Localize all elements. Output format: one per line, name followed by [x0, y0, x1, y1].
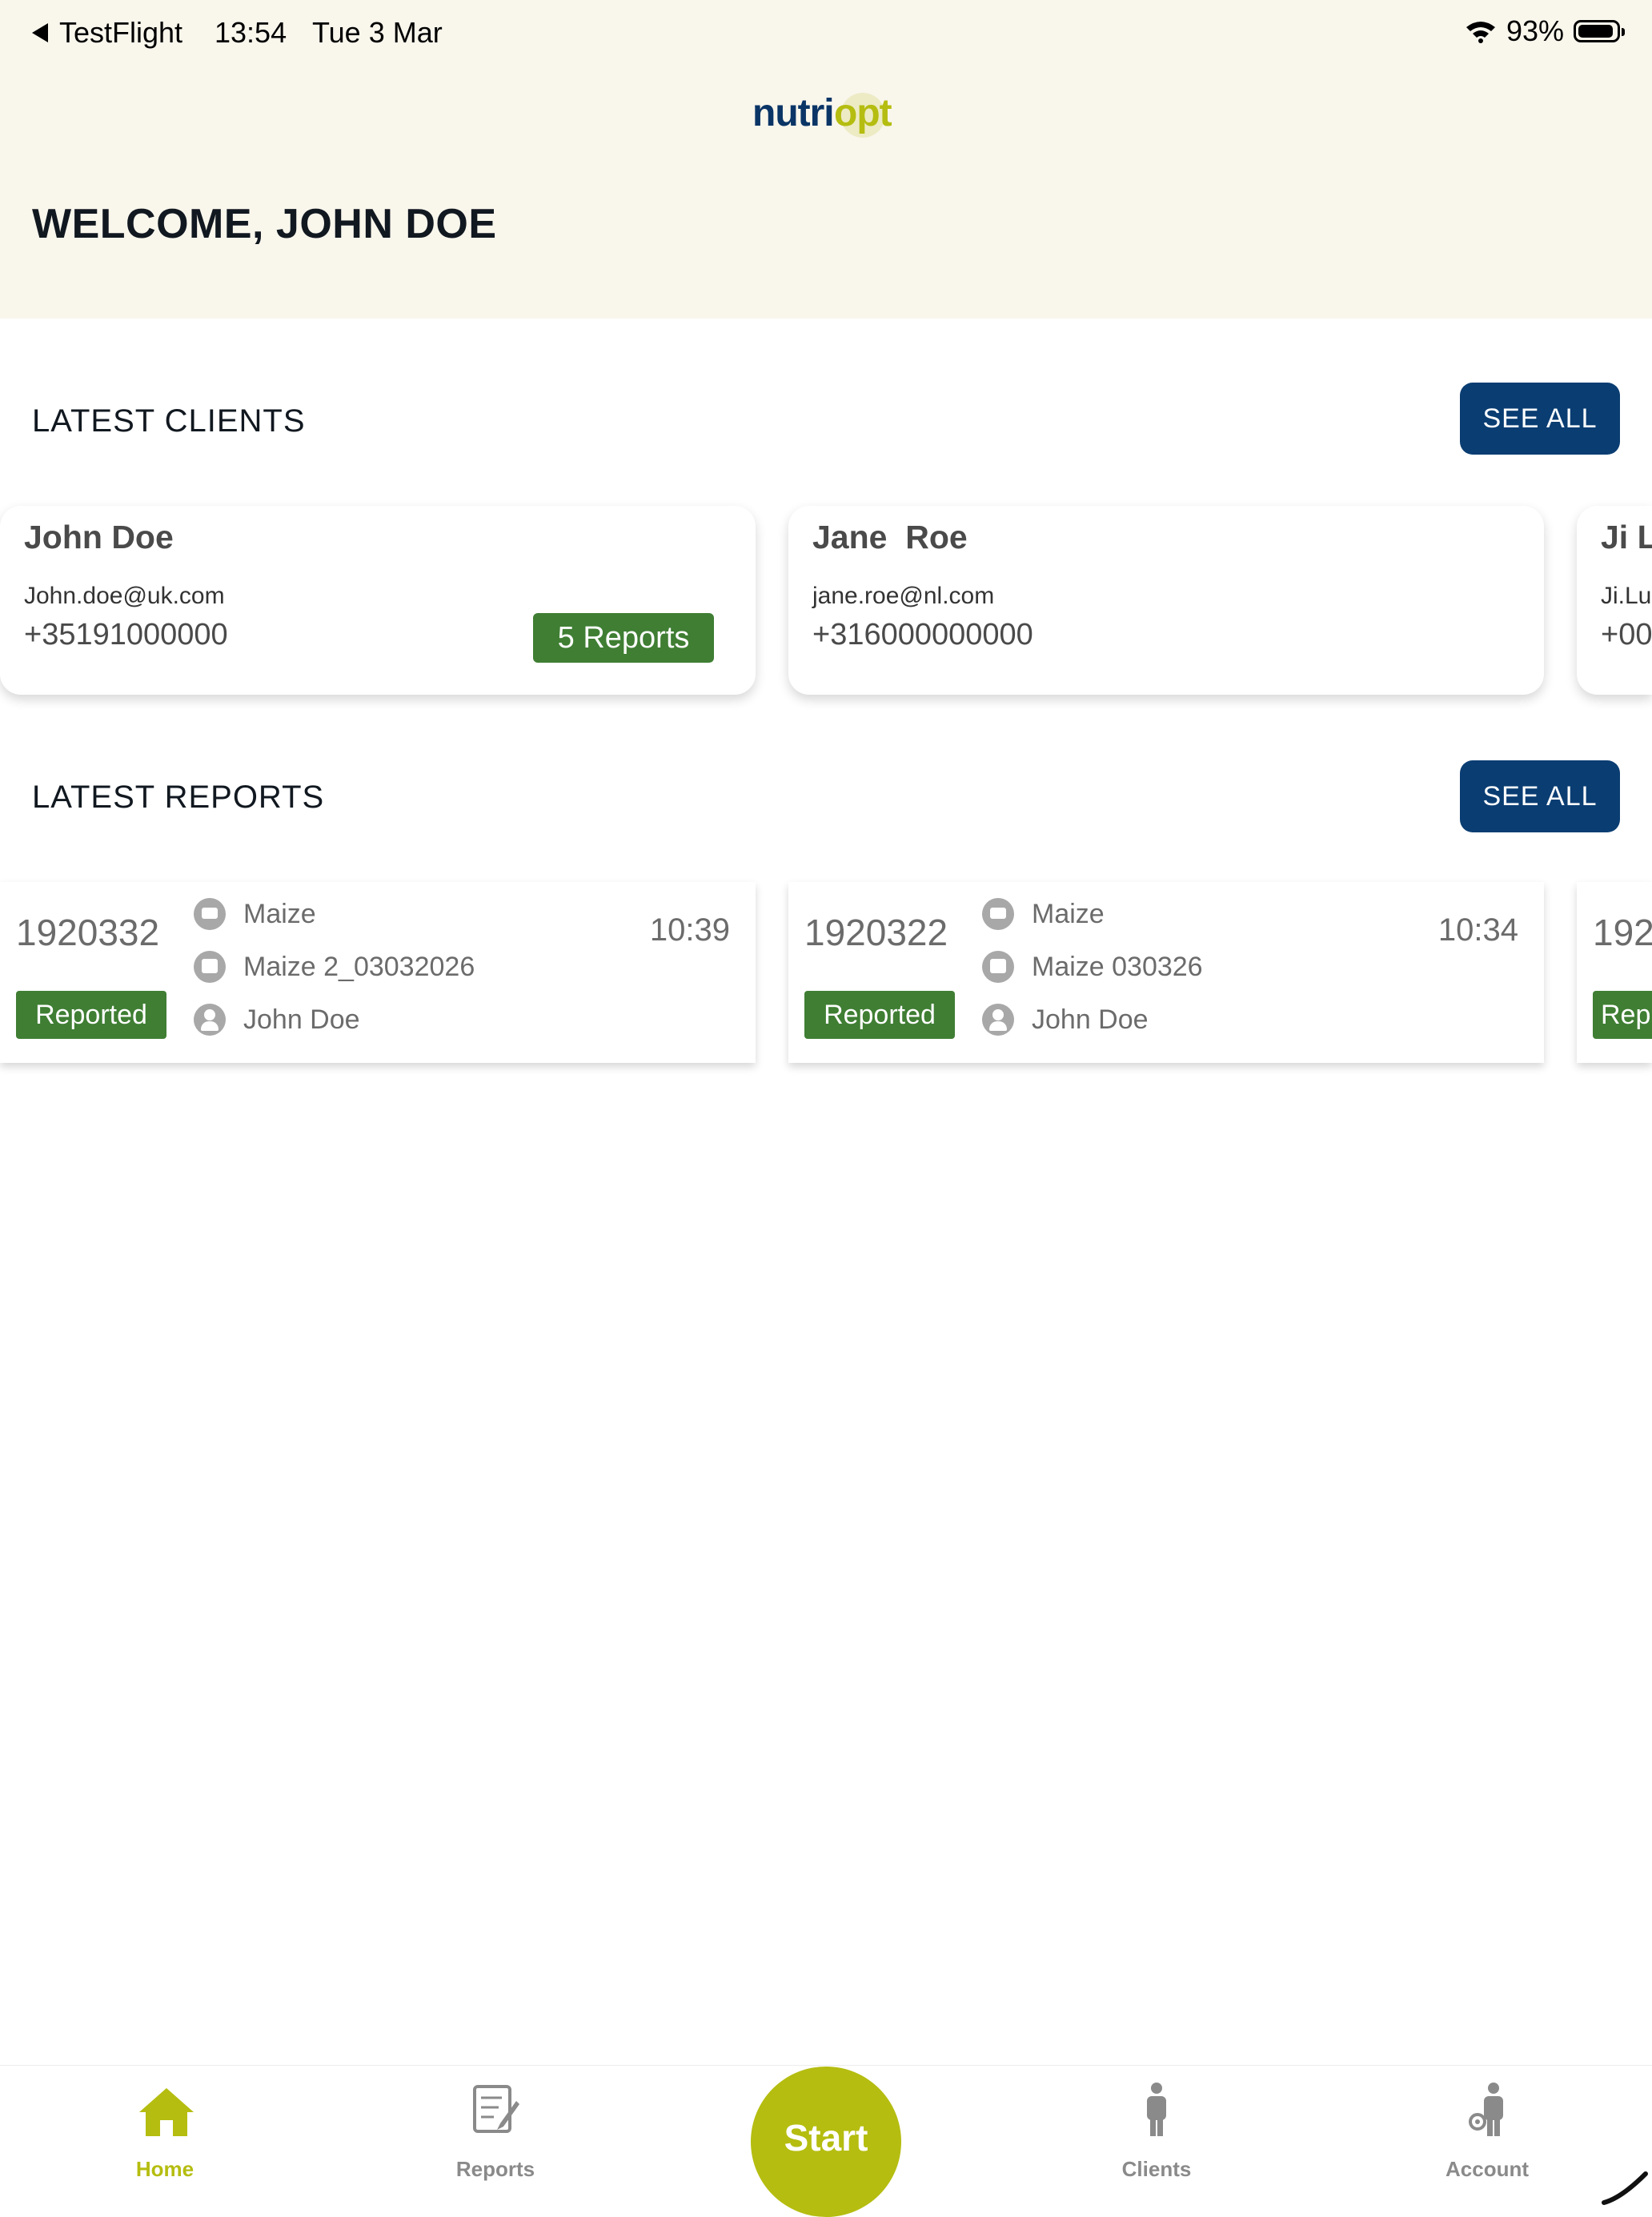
logo-text-nutri: nutri — [752, 92, 835, 134]
tab-label: Home — [135, 2157, 194, 2181]
client-phone: +316000000000 — [812, 618, 1033, 651]
report-time: 10:39 — [649, 912, 730, 948]
sample-icon — [982, 951, 1014, 983]
report-client: John Doe — [243, 1004, 360, 1035]
report-status-badge: Rep — [1593, 991, 1652, 1039]
tab-clients[interactable]: Clients — [1077, 2080, 1237, 2184]
report-status-badge: Reported — [16, 991, 166, 1039]
status-bar: TestFlight 13:54 Tue 3 Mar 93% — [0, 0, 1652, 64]
person-icon — [194, 1004, 226, 1036]
client-card-partial[interactable]: Ji L Ji.Lu +00 — [1577, 506, 1652, 695]
latest-reports-title: LATEST REPORTS — [32, 780, 325, 815]
report-edit-icon — [473, 2085, 519, 2133]
nutriopt-logo: nutri opt — [752, 86, 904, 142]
tab-reports[interactable]: Reports — [415, 2080, 575, 2184]
client-email: jane.roe@nl.com — [812, 583, 995, 609]
report-card-partial[interactable]: 192 Rep — [1577, 882, 1652, 1063]
crop-icon — [982, 898, 1014, 930]
report-sample-row: Maize 030326 — [982, 951, 1203, 983]
client-name: Ji L — [1601, 519, 1652, 555]
report-card[interactable]: 1920332 Reported Maize Maize 2_03032026 … — [0, 882, 756, 1063]
tab-label: Account — [1446, 2157, 1529, 2181]
report-crop-row: Maize — [982, 898, 1105, 930]
tab-account[interactable]: Account — [1407, 2080, 1567, 2184]
client-phone: +00 — [1601, 618, 1652, 651]
home-icon — [139, 2088, 194, 2136]
report-sample: Maize 030326 — [1032, 951, 1203, 982]
status-date: Tue 3 Mar — [312, 16, 443, 49]
client-email: John.doe@uk.com — [24, 583, 225, 609]
reports-count-badge[interactable]: 5 Reports — [533, 613, 714, 663]
report-id: 1920322 — [804, 912, 948, 953]
logo-text-opt: opt — [834, 92, 892, 134]
person-standing-icon — [1147, 2083, 1166, 2136]
welcome-heading: WELCOME, JOHN DOE — [32, 201, 497, 247]
sample-icon — [194, 951, 226, 983]
back-to-testflight[interactable]: TestFlight — [32, 16, 182, 50]
report-crop: Maize — [243, 898, 316, 929]
report-status-badge: Reported — [804, 991, 955, 1039]
back-arrow-icon — [32, 23, 48, 42]
battery-percent: 93% — [1506, 14, 1564, 47]
wifi-icon — [1466, 22, 1495, 43]
client-card[interactable]: Jane Roe jane.roe@nl.com +316000000000 — [788, 506, 1544, 695]
client-phone: +35191000000 — [24, 618, 228, 651]
back-label: TestFlight — [59, 16, 183, 49]
report-sample: Maize 2_03032026 — [243, 951, 475, 982]
report-id: 1920332 — [16, 912, 160, 953]
person-icon — [982, 1004, 1014, 1036]
see-all-clients-button[interactable]: SEE ALL — [1460, 383, 1620, 455]
client-name: Jane Roe — [812, 519, 968, 555]
account-settings-icon — [1469, 2083, 1503, 2136]
report-time: 10:34 — [1437, 912, 1518, 948]
report-card[interactable]: 1920322 Reported Maize Maize 030326 John… — [788, 882, 1544, 1063]
report-client-row: John Doe — [982, 1004, 1149, 1036]
report-crop-row: Maize — [194, 898, 316, 930]
status-right: 93% — [1465, 14, 1625, 48]
start-button[interactable]: Start — [751, 2067, 901, 2217]
status-time: 13:54 — [215, 16, 287, 49]
tab-label: Clients — [1121, 2157, 1192, 2181]
report-sample-row: Maize 2_03032026 — [194, 951, 475, 983]
tab-label: Reports — [455, 2157, 535, 2181]
see-all-reports-button[interactable]: SEE ALL — [1460, 760, 1620, 832]
report-id: 192 — [1593, 912, 1652, 953]
client-card[interactable]: John Doe John.doe@uk.com +35191000000 5 … — [0, 506, 756, 695]
latest-clients-title: LATEST CLIENTS — [32, 403, 306, 439]
client-name: John Doe — [24, 519, 174, 555]
crop-icon — [194, 898, 226, 930]
scroll-indicator-icon — [1602, 2171, 1648, 2205]
report-client: John Doe — [1032, 1004, 1149, 1035]
report-client-row: John Doe — [194, 1004, 360, 1036]
tab-home[interactable]: Home — [85, 2080, 245, 2184]
report-crop: Maize — [1032, 898, 1105, 929]
client-email: Ji.Lu — [1601, 583, 1652, 609]
battery-icon — [1574, 20, 1625, 42]
